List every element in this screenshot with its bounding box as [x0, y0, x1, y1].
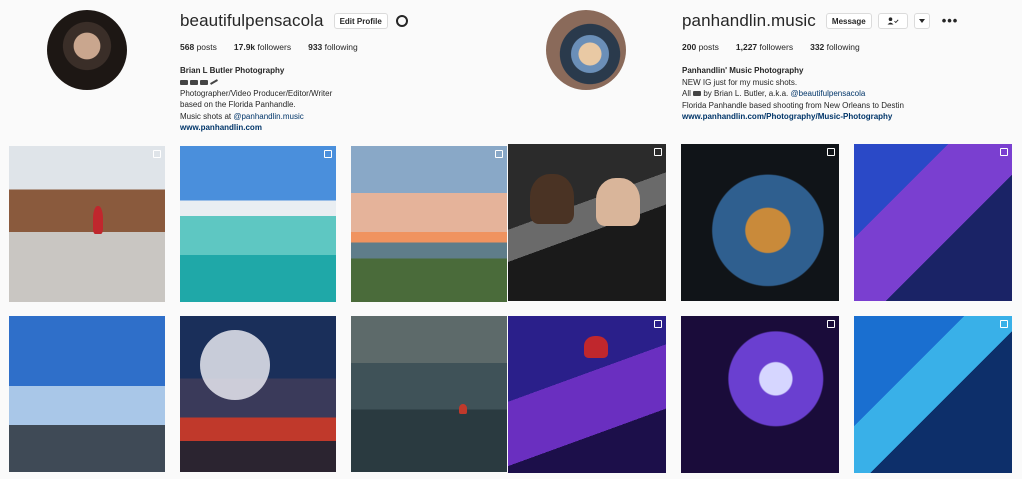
dropdown-button[interactable] — [913, 13, 930, 29]
multiple-photos-icon — [324, 150, 332, 158]
profile-info: beautifulpensacola Edit Profile 568 post… — [180, 10, 408, 134]
followers-label: followers — [759, 42, 794, 52]
profile-panel-panhandlin-music: panhandlin.music Message ••• 200 posts 1… — [508, 0, 1022, 479]
camera-icon — [180, 79, 188, 85]
followers-count: 17.9k — [233, 42, 256, 52]
multiple-photos-icon — [827, 320, 835, 328]
profile-stats: 568 posts 17.9k followers 933 following — [180, 40, 408, 54]
posts-label: posts — [698, 42, 719, 52]
photo-figure — [530, 174, 574, 224]
post-tile-5[interactable] — [180, 316, 336, 472]
followers-label: followers — [257, 42, 292, 52]
photo-figure — [596, 178, 640, 226]
bio-name: Panhandlin' Music Photography — [682, 66, 804, 75]
website-link[interactable]: www.panhandlin.com — [180, 122, 408, 134]
post-tile-3[interactable] — [854, 144, 1012, 301]
following-stat[interactable]: 332 following — [810, 42, 860, 52]
multiple-photos-icon — [1000, 320, 1008, 328]
posts-stat[interactable]: 200 posts — [682, 42, 719, 52]
posts-count: 568 — [180, 42, 195, 52]
bio-line: Music shots at @panhandlin.music — [180, 111, 408, 123]
profile-avatar[interactable] — [546, 10, 626, 90]
post-tile-4[interactable] — [9, 316, 165, 472]
multiple-photos-icon — [827, 148, 835, 156]
post-tile-2[interactable] — [180, 146, 336, 302]
post-tile-1[interactable] — [9, 146, 165, 302]
username: beautifulpensacola — [180, 11, 324, 30]
message-button[interactable]: Message — [825, 13, 872, 29]
profile-avatar[interactable] — [47, 10, 127, 90]
camera-icon — [693, 91, 702, 97]
bio-line: based on the Florida Panhandle. — [180, 100, 296, 109]
multiple-photos-icon — [654, 148, 662, 156]
profile-stats: 200 posts 1,227 followers 332 following — [682, 40, 958, 54]
post-tile-4[interactable] — [508, 316, 666, 473]
bio-mention-link[interactable]: @beautifulpensacola — [791, 89, 866, 98]
multiple-photos-icon — [1000, 148, 1008, 156]
monitor-icon — [200, 79, 208, 85]
following-count: 933 — [308, 42, 323, 52]
pen-icon — [210, 79, 218, 85]
multiple-photos-icon — [654, 320, 662, 328]
bio-text: by Brian L. Butler, a.k.a. — [701, 89, 791, 98]
multiple-photos-icon — [153, 150, 161, 158]
posts-label: posts — [196, 42, 217, 52]
bio-line: NEW IG just for my music shots. — [682, 77, 798, 87]
following-count: 332 — [810, 42, 825, 52]
following-button[interactable] — [877, 13, 908, 29]
bio-mention-link[interactable]: @panhandlin.music — [233, 112, 303, 121]
photo-figure — [584, 336, 608, 358]
followers-stat[interactable]: 17.9k followers — [234, 42, 291, 52]
surfer-figure — [459, 404, 467, 414]
bio-line: Photographer/Video Producer/Editor/Write… — [180, 88, 333, 98]
profile-bio: Brian L Butler Photography Photographer/… — [180, 65, 408, 134]
post-tile-6[interactable] — [854, 316, 1012, 473]
profile-panel-beautifulpensacola: beautifulpensacola Edit Profile 568 post… — [0, 0, 508, 479]
posts-count: 200 — [682, 42, 697, 52]
following-label: following — [324, 42, 358, 52]
profile-header-row: beautifulpensacola Edit Profile — [180, 10, 408, 32]
post-tile-5[interactable] — [681, 316, 839, 473]
bio-text: Music shots at — [180, 111, 234, 121]
edit-profile-button[interactable]: Edit Profile — [333, 13, 388, 29]
gear-icon[interactable] — [395, 15, 408, 27]
post-tile-1[interactable] — [508, 144, 666, 301]
following-stat[interactable]: 933 following — [308, 42, 358, 52]
photo-figure — [93, 206, 103, 234]
posts-stat[interactable]: 568 posts — [180, 42, 217, 52]
sign-shape — [200, 330, 270, 400]
multiple-photos-icon — [495, 150, 503, 158]
bio-text: All — [682, 89, 694, 98]
person-check-icon — [887, 17, 899, 25]
username: panhandlin.music — [682, 11, 816, 30]
chevron-down-icon — [918, 19, 925, 23]
followers-count: 1,227 — [735, 42, 758, 52]
bio-line: Florida Panhandle based shooting from Ne… — [682, 100, 904, 110]
profile-info: panhandlin.music Message ••• 200 posts 1… — [682, 10, 958, 123]
following-label: following — [826, 42, 860, 52]
profile-bio: Panhandlin' Music Photography NEW IG jus… — [682, 65, 958, 123]
bio-name: Brian L Butler Photography — [180, 66, 285, 75]
bio-line: All by Brian L. Butler, a.k.a. @beautifu… — [682, 88, 958, 100]
more-options-icon[interactable]: ••• — [942, 14, 959, 27]
bio-emoji-row — [180, 77, 408, 88]
website-link[interactable]: www.panhandlin.com/Photography/Music-Pho… — [682, 111, 958, 123]
post-tile-3[interactable] — [351, 146, 507, 302]
post-tile-2[interactable] — [681, 144, 839, 301]
video-camera-icon — [190, 79, 198, 85]
profile-header-row: panhandlin.music Message ••• — [682, 10, 958, 32]
followers-stat[interactable]: 1,227 followers — [736, 42, 793, 52]
post-tile-6[interactable] — [351, 316, 507, 472]
